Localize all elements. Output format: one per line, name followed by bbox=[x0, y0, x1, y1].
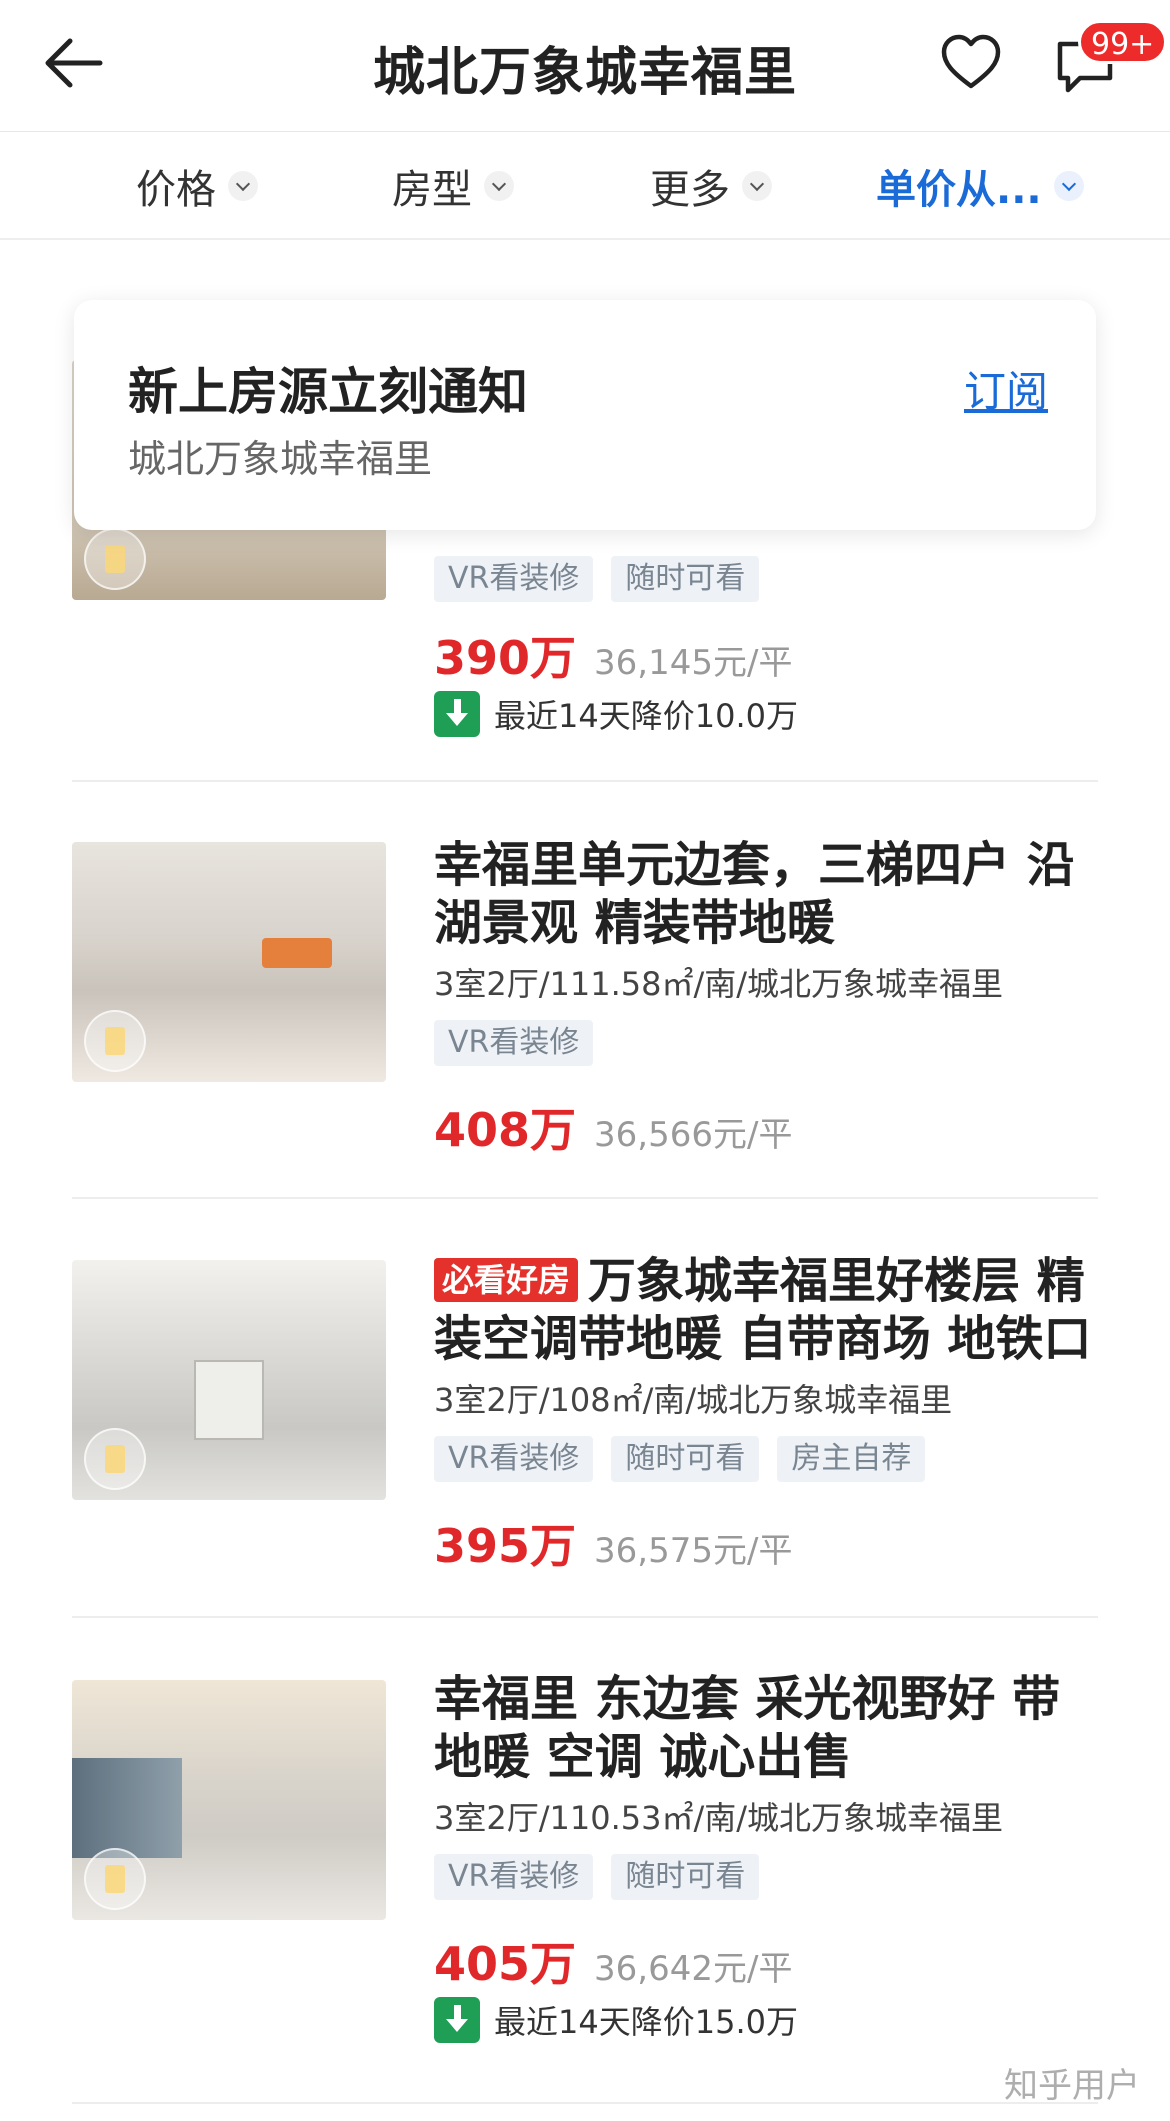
chevron-down-icon bbox=[228, 171, 258, 201]
total-price: 390万 bbox=[434, 631, 577, 685]
subscribe-card: 新上房源立刻通知 城北万象城幸福里 订阅 bbox=[74, 300, 1096, 530]
price-drop-row: 最近14天降价10.0万 bbox=[434, 690, 1098, 738]
window-shape bbox=[194, 1360, 264, 1440]
chevron-down-icon bbox=[1053, 171, 1084, 201]
subscribe-subtitle: 城北万象城幸福里 bbox=[128, 437, 433, 481]
tag: 随时可看 bbox=[611, 556, 760, 602]
down-arrow-icon bbox=[434, 691, 480, 737]
vr-icon bbox=[84, 1010, 146, 1072]
down-arrow-icon bbox=[434, 1997, 480, 2043]
filter-price[interactable]: 价格 bbox=[136, 158, 258, 214]
tag: 房主自荐 bbox=[777, 1436, 926, 1482]
total-price: 395万 bbox=[434, 1519, 577, 1573]
watermark: 知乎用户 bbox=[1004, 2066, 1140, 2106]
price-row: 390万 36,145元/平 bbox=[434, 622, 1098, 685]
divider bbox=[72, 2102, 1098, 2104]
sofa-shape bbox=[262, 938, 332, 968]
divider bbox=[72, 1616, 1098, 1618]
chevron-down-icon bbox=[484, 171, 514, 201]
unit-price: 36,575元/平 bbox=[594, 1531, 793, 1571]
vr-icon bbox=[84, 1428, 146, 1490]
favorite-button[interactable] bbox=[938, 30, 1004, 96]
price-drop-row: 最近14天降价15.0万 bbox=[434, 1996, 1098, 2044]
listing-meta: 3室2厅/108㎡/南/城北万象城幸福里 bbox=[434, 1381, 953, 1419]
vr-icon bbox=[84, 1848, 146, 1910]
filter-layout[interactable]: 房型 bbox=[392, 158, 514, 214]
divider bbox=[72, 780, 1098, 782]
unit-price: 36,145元/平 bbox=[594, 643, 793, 683]
listing-meta: 3室2厅/110.53㎡/南/城北万象城幸福里 bbox=[434, 1799, 1004, 1837]
top-nav-bar: 城北万象城幸福里 99+ bbox=[0, 0, 1170, 132]
filter-more[interactable]: 更多 bbox=[650, 158, 772, 214]
filter-label: 单价从... bbox=[876, 167, 1042, 213]
listing-card[interactable]: 幸福里单元边套，三梯四户 沿湖景观 精装带地暖 3室2厅/111.58㎡/南/城… bbox=[72, 836, 1098, 1157]
filter-label: 价格 bbox=[136, 167, 216, 213]
tag-list: VR看装修 随时可看 bbox=[434, 1854, 1098, 1900]
must-see-badge: 必看好房 bbox=[434, 1258, 579, 1302]
listing-photo bbox=[72, 842, 386, 1082]
tag: VR看装修 bbox=[434, 1020, 594, 1066]
listing-photo bbox=[72, 1260, 386, 1500]
tag: VR看装修 bbox=[434, 1436, 594, 1482]
tag: VR看装修 bbox=[434, 1854, 594, 1900]
tag: 随时可看 bbox=[611, 1854, 760, 1900]
listing-card[interactable]: 幸福里 东边套 采光视野好 带地暖 空调 诚心出售 3室2厅/110.53㎡/南… bbox=[72, 1670, 1098, 2050]
filter-bar: 价格 房型 更多 单价从... bbox=[0, 132, 1170, 240]
filter-label: 更多 bbox=[650, 167, 730, 213]
price-row: 395万 36,575元/平 bbox=[434, 1510, 1098, 1573]
tag-list: VR看装修 随时可看 房主自荐 bbox=[434, 1436, 1098, 1482]
unread-badge: 99+ bbox=[1078, 20, 1168, 64]
unit-price: 36,566元/平 bbox=[594, 1115, 793, 1155]
price-row: 408万 36,566元/平 bbox=[434, 1094, 1098, 1157]
tag-list: VR看装修 随时可看 bbox=[434, 556, 1098, 602]
tag-list: VR看装修 bbox=[434, 1020, 1098, 1066]
tag: VR看装修 bbox=[434, 556, 594, 602]
subscribe-link[interactable]: 订阅 bbox=[964, 358, 1048, 419]
listing-photo bbox=[72, 1680, 386, 1920]
total-price: 405万 bbox=[434, 1937, 577, 1991]
window-shape bbox=[72, 1758, 182, 1858]
filter-sort-unit-price[interactable]: 单价从... bbox=[876, 158, 1084, 214]
price-drop-text: 最近14天降价15.0万 bbox=[494, 2003, 798, 2041]
heart-icon bbox=[941, 34, 1001, 89]
filter-label: 房型 bbox=[392, 167, 472, 213]
chevron-down-icon bbox=[742, 171, 772, 201]
unit-price: 36,642元/平 bbox=[594, 1949, 793, 1989]
listing-card[interactable]: 必看好房 万象城幸福里好楼层 精装空调带地暖 自带商场 地铁口 3室2厅/108㎡… bbox=[72, 1252, 1098, 1573]
price-row: 405万 36,642元/平 bbox=[434, 1928, 1098, 1991]
subscribe-title: 新上房源立刻通知 bbox=[128, 363, 528, 421]
price-drop-text: 最近14天降价10.0万 bbox=[494, 697, 798, 735]
total-price: 408万 bbox=[434, 1103, 577, 1157]
listing-title: 幸福里 东边套 采光视野好 带地暖 空调 诚心出售 bbox=[434, 1671, 1061, 1785]
listing-title: 幸福里单元边套，三梯四户 沿湖景观 精装带地暖 bbox=[434, 837, 1075, 951]
divider bbox=[72, 1197, 1098, 1199]
tag: 随时可看 bbox=[611, 1436, 760, 1482]
listing-title: 必看好房 万象城幸福里好楼层 精装空调带地暖 自带商场 地铁口 bbox=[434, 1252, 1098, 1368]
listing-meta: 3室2厅/111.58㎡/南/城北万象城幸福里 bbox=[434, 965, 1004, 1003]
vr-icon bbox=[84, 528, 146, 590]
